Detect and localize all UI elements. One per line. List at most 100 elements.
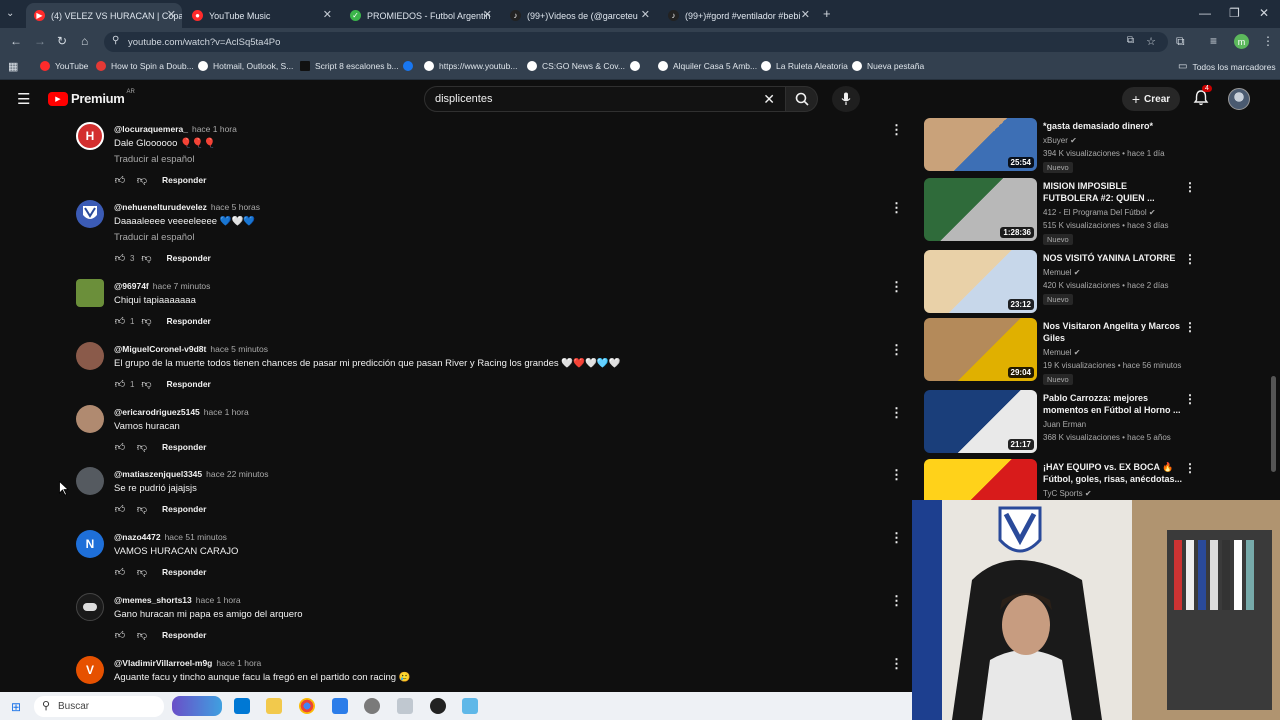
recommended-video[interactable]: 23:12 NOS VISITÓ YANINA LATORRE Memuel ✔…	[924, 250, 1196, 316]
video-title[interactable]: Pablo Carrozza: mejores momentos en Fútb…	[1043, 392, 1183, 416]
comment-more-icon[interactable]: ⋮	[890, 467, 903, 483]
file-explorer-icon[interactable]	[266, 698, 282, 714]
recommended-video[interactable]: 21:17 Pablo Carrozza: mejores momentos e…	[924, 390, 1196, 456]
comment-time[interactable]: hace 5 minutos	[210, 344, 268, 354]
media-controls-icon[interactable]: ≡	[1210, 34, 1217, 48]
voice-search-button[interactable]	[832, 86, 860, 112]
reply-button[interactable]: Responder	[162, 567, 206, 577]
comment-time[interactable]: hace 7 minutos	[153, 281, 211, 291]
comment-author[interactable]: @memes_shorts13	[114, 595, 192, 605]
comment-time[interactable]: hace 51 minutos	[165, 532, 227, 542]
video-title[interactable]: MISION IMPOSIBLE FUTBOLERA #2: QUIEN ...	[1043, 180, 1183, 204]
video-title[interactable]: ¡HAY EQUIPO vs. EX BOCA 🔥 Fútbol, goles,…	[1043, 461, 1183, 485]
video-thumbnail[interactable]: 1:28:36	[924, 178, 1037, 241]
obs-icon[interactable]	[430, 698, 446, 714]
recommendations-scrollbar[interactable]	[1271, 376, 1276, 472]
comment-author[interactable]: @matiaszenjquel3345	[114, 469, 202, 479]
thumbs-down-icon[interactable]: 👎︎	[136, 629, 148, 641]
minimize-window-icon[interactable]: —	[1199, 6, 1211, 20]
bookmark-script-escalones[interactable]: Script 8 escalones b...	[300, 61, 399, 71]
comment-avatar[interactable]	[76, 467, 104, 495]
install-app-icon[interactable]: ⧉	[1127, 35, 1134, 46]
tab-tiktok-videos[interactable]: ♪ (99+)Videos de (@garceteu ✕	[502, 3, 656, 28]
extensions-icon[interactable]: ⧉	[1176, 34, 1185, 49]
comment-time[interactable]: hace 1 hora	[196, 595, 241, 605]
thumbs-up-icon[interactable]: 👍︎	[114, 378, 126, 390]
video-thumbnail[interactable]	[924, 459, 1037, 500]
thumbs-down-icon[interactable]: 👎︎	[136, 566, 148, 578]
reply-button[interactable]: Responder	[166, 379, 210, 389]
account-avatar[interactable]	[1228, 88, 1250, 110]
thumbs-down-icon[interactable]: 👎︎	[140, 252, 152, 264]
comment-more-icon[interactable]: ⋮	[890, 279, 903, 295]
comment-time[interactable]: hace 1 hora	[216, 658, 261, 668]
tab-promiedos[interactable]: ✓ PROMIEDOS - Futbol Argentin ✕	[342, 3, 498, 28]
clear-search-icon[interactable]: ✕	[763, 91, 775, 108]
profile-avatar[interactable]: m	[1234, 34, 1249, 49]
comment-author[interactable]: @VladimirVillarroel-m9g	[114, 658, 212, 668]
comment-time[interactable]: hace 1 hora	[192, 124, 237, 134]
comment-avatar[interactable]: H	[76, 122, 104, 150]
browser-menu-icon[interactable]: ⋮	[1262, 34, 1274, 48]
bookmark-ruleta-aleatoria[interactable]: La Ruleta Aleatoria	[761, 61, 848, 71]
search-button[interactable]	[786, 86, 818, 112]
widgets-icon[interactable]	[172, 696, 222, 716]
tab-velez-huracan[interactable]: ▶ (4) VELEZ VS HURACAN | Copa ✕	[26, 3, 182, 28]
site-info-icon[interactable]: ⚲	[112, 35, 119, 46]
video-more-icon[interactable]: ⋮	[1184, 252, 1196, 266]
recommended-video[interactable]: 25:54 *gasta demasiado dinero* xBuyer ✔ …	[924, 116, 1194, 176]
comment-more-icon[interactable]: ⋮	[890, 122, 903, 138]
copilot-icon[interactable]	[234, 698, 250, 714]
close-tab-icon[interactable]: ✕	[167, 8, 176, 21]
video-thumbnail[interactable]: 23:12	[924, 250, 1037, 313]
new-tab-button[interactable]: +	[823, 6, 831, 21]
close-tab-icon[interactable]: ✕	[483, 8, 492, 21]
recommended-video[interactable]: ¡HAY EQUIPO vs. EX BOCA 🔥 Fútbol, goles,…	[924, 459, 1194, 500]
youtube-premium-logo[interactable]: ▶ Premium AR	[48, 89, 135, 106]
comment-avatar[interactable]	[76, 405, 104, 433]
comment-more-icon[interactable]: ⋮	[890, 200, 903, 216]
app-icon-secondary[interactable]	[462, 698, 478, 714]
bookmark-alquiler-casa[interactable]: Alquiler Casa 5 Amb...	[658, 61, 757, 71]
bookmark-star-icon[interactable]: ☆	[1146, 35, 1156, 48]
address-bar[interactable]: ⚲ youtube.com/watch?v=AclSq5ta4Po ⧉ ☆	[104, 32, 1168, 52]
comment-more-icon[interactable]: ⋮	[890, 593, 903, 609]
tab-tiktok-gord[interactable]: ♪ (99+)#gord #ventilador #bebi ✕	[660, 3, 816, 28]
reply-button[interactable]: Responder	[162, 175, 206, 185]
close-tab-icon[interactable]: ✕	[801, 8, 810, 21]
comment-author[interactable]: @MiguelCoronel-v9d8t	[114, 344, 206, 354]
reply-button[interactable]: Responder	[162, 630, 206, 640]
home-icon[interactable]: ⌂	[81, 34, 88, 48]
bookmark-nueva-pestana[interactable]: Nueva pestaña	[852, 61, 924, 71]
reply-button[interactable]: Responder	[162, 442, 206, 452]
thumbs-down-icon[interactable]: 👎︎	[140, 378, 152, 390]
channel-name[interactable]: Juan Erman	[1043, 420, 1086, 429]
thumbs-up-icon[interactable]: 👍︎	[114, 503, 126, 515]
thumbs-down-icon[interactable]: 👎︎	[136, 174, 148, 186]
bookmark-csgo-news[interactable]: CS:GO News & Cov...	[527, 61, 625, 71]
recommended-video[interactable]: 1:28:36 MISION IMPOSIBLE FUTBOLERA #2: Q…	[924, 178, 1196, 245]
comment-time[interactable]: hace 5 horas	[211, 202, 260, 212]
comment-author[interactable]: @locuraquemera_	[114, 124, 188, 134]
comment-avatar[interactable]	[76, 593, 104, 621]
close-window-icon[interactable]: ✕	[1259, 6, 1269, 20]
comment-time[interactable]: hace 1 hora	[204, 407, 249, 417]
bookmark-spin-doub[interactable]: How to Spin a Doub...	[96, 61, 194, 71]
bookmark-youtube-link[interactable]: https://www.youtub...	[424, 61, 517, 71]
forward-icon[interactable]: →	[34, 34, 46, 48]
comment-avatar[interactable]: V	[76, 656, 104, 684]
all-bookmarks-folder[interactable]: ▭ Todos los marcadores	[1178, 61, 1276, 72]
channel-name[interactable]: TyC Sports	[1043, 489, 1083, 498]
maximize-window-icon[interactable]: ❐	[1229, 6, 1240, 20]
calculator-icon[interactable]	[332, 698, 348, 714]
notifications-button[interactable]: 4	[1192, 85, 1212, 112]
tab-youtube-music[interactable]: ● YouTube Music ✕	[184, 3, 338, 28]
thumbs-up-icon[interactable]: 👍︎	[114, 629, 126, 641]
thumbs-up-icon[interactable]: 👍︎	[114, 174, 126, 186]
reload-icon[interactable]: ↻	[57, 34, 67, 48]
comment-more-icon[interactable]: ⋮	[890, 530, 903, 546]
translate-link[interactable]: Traducir al español	[114, 154, 194, 165]
channel-name[interactable]: 412 - El Programa Del Fútbol	[1043, 208, 1147, 217]
app-icon[interactable]	[397, 698, 413, 714]
close-tab-icon[interactable]: ✕	[641, 8, 650, 21]
